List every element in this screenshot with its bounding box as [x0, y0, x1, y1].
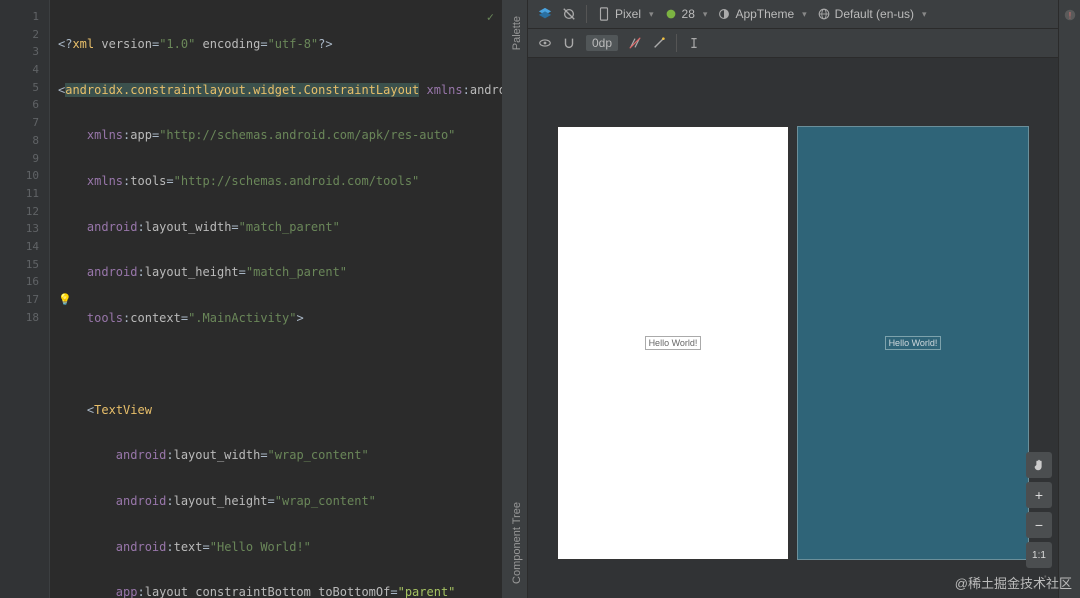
- separator: [676, 34, 677, 52]
- pan-button[interactable]: [1026, 452, 1052, 478]
- lightbulb-icon[interactable]: 💡: [58, 293, 72, 306]
- api-label: 28: [682, 7, 695, 21]
- separator: [586, 5, 587, 23]
- svg-text:!: !: [1069, 11, 1071, 21]
- rotate-icon: [562, 7, 576, 21]
- design-toolbar: Pixel 28 AppTheme Default (en-us): [528, 0, 1058, 29]
- design-frame-blueprint[interactable]: Hello World!: [797, 126, 1029, 560]
- view-options-button[interactable]: [538, 36, 552, 50]
- design-frame-light[interactable]: Hello World!: [557, 126, 789, 560]
- eye-icon: [538, 36, 552, 50]
- design-surface-button[interactable]: [538, 7, 552, 21]
- design-surfaces[interactable]: Hello World! Hello World! ⋰ + − 1:1: [528, 58, 1058, 598]
- watermark-text: @稀土掘金技术社区: [955, 573, 1072, 592]
- device-selector[interactable]: Pixel: [597, 7, 654, 21]
- layers-icon: [538, 7, 552, 21]
- orientation-button[interactable]: [562, 7, 576, 21]
- device-label: Pixel: [615, 7, 641, 21]
- palette-label[interactable]: Palette: [511, 16, 523, 50]
- textview-preview[interactable]: Hello World!: [645, 336, 702, 350]
- line-gutter: 1 2 3 4 5 6 7 8 9 10 11 12 13 14 15 16 1…: [0, 0, 50, 598]
- guidelines-button[interactable]: [687, 36, 701, 50]
- infer-constraints-button[interactable]: [652, 36, 666, 50]
- clear-constraints-button[interactable]: [628, 36, 642, 50]
- margin-label: 0dp: [586, 35, 618, 51]
- component-tree-label[interactable]: Component Tree: [511, 502, 523, 584]
- hand-icon: [1032, 458, 1046, 472]
- phone-icon: [597, 7, 611, 21]
- design-panel: Palette Component Tree Pixel: [506, 0, 1080, 598]
- textview-blueprint[interactable]: Hello World!: [885, 336, 942, 350]
- android-icon: [664, 7, 678, 21]
- analysis-ok-icon: ✓: [487, 10, 494, 24]
- attributes-sidebar[interactable]: !: [1058, 0, 1080, 598]
- theme-selector[interactable]: AppTheme: [717, 7, 806, 21]
- palette-sidebar[interactable]: Palette Component Tree: [506, 0, 528, 598]
- code-area[interactable]: <?xml version="1.0" encoding="utf-8"?> <…: [50, 0, 502, 598]
- xml-editor[interactable]: 1 2 3 4 5 6 7 8 9 10 11 12 13 14 15 16 1…: [0, 0, 502, 598]
- zoom-in-button[interactable]: +: [1026, 482, 1052, 508]
- clear-icon: [628, 36, 642, 50]
- zoom-controls: + − 1:1: [1026, 452, 1052, 568]
- globe-icon: [817, 7, 831, 21]
- theme-label: AppTheme: [735, 7, 794, 21]
- zoom-out-button[interactable]: −: [1026, 512, 1052, 538]
- layout-decor-button[interactable]: [562, 36, 576, 50]
- magnet-icon: [562, 36, 576, 50]
- design-toolbar-2: 0dp: [528, 29, 1058, 58]
- theme-icon: [717, 7, 731, 21]
- text-cursor-icon: [687, 36, 701, 50]
- warning-icon: !: [1063, 8, 1077, 22]
- wand-icon: [652, 36, 666, 50]
- zoom-reset-button[interactable]: 1:1: [1026, 542, 1052, 568]
- margin-selector[interactable]: 0dp: [586, 35, 618, 51]
- api-selector[interactable]: 28: [664, 7, 708, 21]
- locale-selector[interactable]: Default (en-us): [817, 7, 927, 21]
- locale-label: Default (en-us): [835, 7, 914, 21]
